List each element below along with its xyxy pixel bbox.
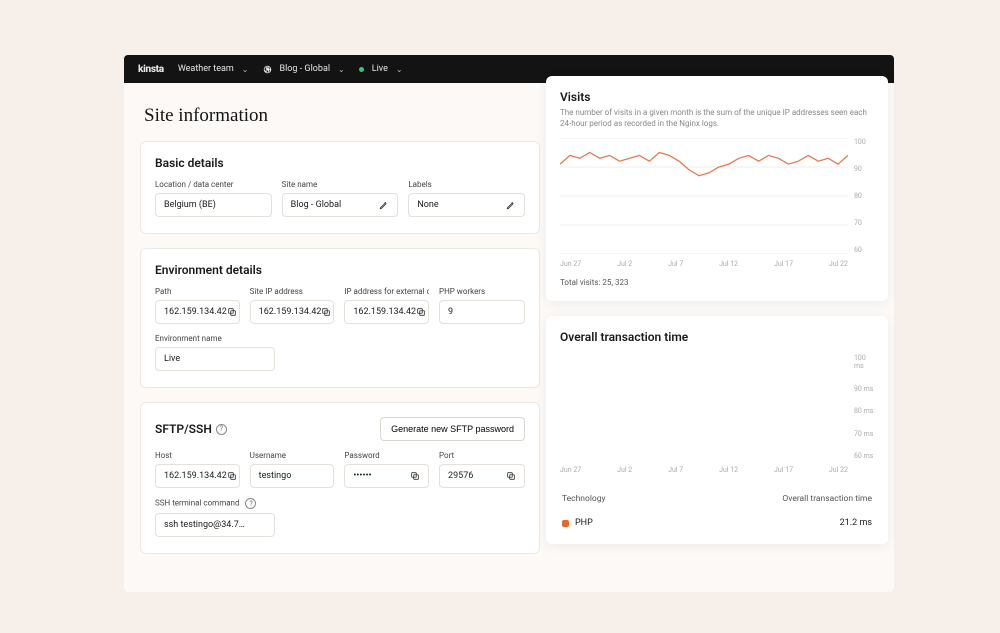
team-selector-label: Weather team: [178, 64, 234, 74]
edit-icon[interactable]: [379, 200, 389, 210]
visits-description: The number of visits in a given month is…: [560, 108, 874, 130]
extip-field[interactable]: 162.159.134.42: [344, 300, 429, 324]
edit-icon[interactable]: [506, 200, 516, 210]
copy-icon[interactable]: [227, 471, 237, 481]
ott-table: Technology Overall transaction time PHP2…: [560, 488, 874, 530]
host-value: 162.159.134.42: [164, 471, 227, 481]
chevron-down-icon: ⌄: [242, 65, 249, 74]
sshcmd-label: SSH terminal command ?: [155, 498, 275, 509]
user-field[interactable]: testingo: [250, 464, 335, 488]
port-field[interactable]: 29576: [439, 464, 525, 488]
basic-details-heading: Basic details: [155, 156, 525, 170]
user-value: testingo: [259, 471, 292, 481]
envname-label: Environment name: [155, 334, 275, 343]
host-field[interactable]: 162.159.134.42: [155, 464, 240, 488]
path-label: Path: [155, 287, 240, 296]
brand-logo: kinsta: [138, 64, 164, 75]
siteip-value: 162.159.134.42: [259, 307, 322, 317]
path-value: 162.159.134.42: [164, 307, 227, 317]
copy-icon[interactable]: [321, 307, 331, 317]
pass-field[interactable]: ••••••: [344, 464, 429, 488]
chevron-down-icon: ⌄: [396, 65, 403, 74]
envname-value: Live: [164, 354, 180, 364]
copy-icon[interactable]: [410, 471, 420, 481]
phpw-field[interactable]: 9: [439, 300, 525, 324]
path-field[interactable]: 162.159.134.42: [155, 300, 240, 324]
phpw-value: 9: [448, 307, 453, 317]
visits-heading: Visits: [560, 90, 874, 104]
ott-th-time: Overall transaction time: [782, 494, 872, 504]
copy-icon[interactable]: [506, 471, 516, 481]
sftp-card: SFTP/SSH ? Generate new SFTP password Ho…: [140, 402, 540, 554]
port-label: Port: [439, 451, 525, 460]
site-selector-label: Blog - Global: [280, 64, 331, 74]
labels-value: None: [417, 200, 438, 210]
port-value: 29576: [448, 471, 473, 481]
ott-chart: 100 ms90 ms80 ms70 ms60 ms Jun 27Jul 2Ju…: [560, 354, 874, 474]
sshcmd-field[interactable]: ssh testingo@34.7…: [155, 513, 275, 537]
pass-value: ••••••: [353, 471, 371, 481]
help-icon[interactable]: ?: [245, 498, 256, 509]
copy-icon[interactable]: [227, 307, 237, 317]
chevron-down-icon: ⌄: [338, 65, 345, 74]
extip-value: 162.159.134.42: [353, 307, 416, 317]
user-label: Username: [250, 451, 335, 460]
location-value: Belgium (BE): [164, 200, 216, 210]
env-selector-label: Live: [372, 64, 388, 74]
sitename-field[interactable]: Blog - Global: [282, 193, 399, 217]
basic-details-card: Basic details Location / data center Bel…: [140, 141, 540, 234]
sitename-label: Site name: [282, 180, 399, 189]
env-details-card: Environment details Path 162.159.134.42 …: [140, 248, 540, 388]
extip-label: IP address for external connections: [344, 287, 429, 296]
ott-panel: Overall transaction time 100 ms90 ms80 m…: [546, 316, 888, 544]
sshcmd-value: ssh testingo@34.7…: [164, 520, 245, 530]
pass-label: Password: [344, 451, 429, 460]
visits-total: Total visits: 25, 323: [560, 278, 874, 287]
visits-panel: Visits The number of visits in a given m…: [546, 76, 888, 301]
site-selector[interactable]: Blog - Global ⌄: [263, 64, 345, 74]
location-field[interactable]: Belgium (BE): [155, 193, 272, 217]
ott-heading: Overall transaction time: [560, 330, 874, 344]
status-dot-icon: [359, 67, 364, 72]
env-selector[interactable]: Live ⌄: [359, 64, 403, 74]
ott-th-tech: Technology: [562, 494, 606, 504]
host-label: Host: [155, 451, 240, 460]
copy-icon[interactable]: [416, 307, 426, 317]
sitename-value: Blog - Global: [291, 200, 342, 210]
siteip-field[interactable]: 162.159.134.42: [250, 300, 335, 324]
env-details-heading: Environment details: [155, 263, 525, 277]
labels-field[interactable]: None: [408, 193, 525, 217]
wordpress-icon: [263, 65, 272, 74]
siteip-label: Site IP address: [250, 287, 335, 296]
ott-row: PHP21.2 ms: [560, 510, 874, 530]
team-selector[interactable]: Weather team ⌄: [178, 64, 249, 74]
phpw-label: PHP workers: [439, 287, 525, 296]
visits-chart: 10090807060 Jun 27Jul 2Jul 7Jul 12Jul 17…: [560, 138, 874, 268]
location-label: Location / data center: [155, 180, 272, 189]
envname-field[interactable]: Live: [155, 347, 275, 371]
labels-label: Labels: [408, 180, 525, 189]
generate-sftp-password-button[interactable]: Generate new SFTP password: [380, 417, 525, 441]
help-icon[interactable]: ?: [216, 424, 227, 435]
sftp-heading: SFTP/SSH: [155, 422, 212, 436]
